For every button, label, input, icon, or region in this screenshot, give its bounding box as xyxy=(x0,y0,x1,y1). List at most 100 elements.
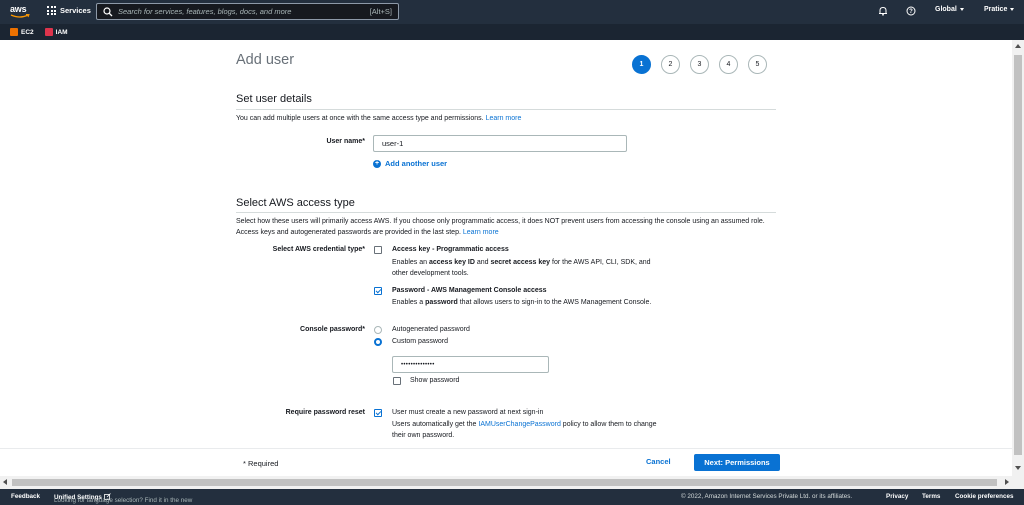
services-menu-button[interactable]: Services xyxy=(47,6,91,15)
learn-more-link[interactable]: Learn more xyxy=(486,115,522,122)
svg-text:?: ? xyxy=(909,9,913,15)
learn-more-link[interactable]: Learn more xyxy=(463,229,499,236)
chevron-down-icon xyxy=(1010,8,1015,11)
password-reset-label: Require password reset xyxy=(285,409,365,416)
language-note: Looking for language selection? Find it … xyxy=(54,493,192,504)
console-footer: Feedback Looking for language selection?… xyxy=(0,489,1024,505)
language-note-text: Looking for language selection? Find it … xyxy=(54,497,193,504)
section-divider xyxy=(236,212,776,213)
privacy-link[interactable]: Privacy xyxy=(886,493,908,500)
help-button[interactable]: ? xyxy=(906,6,916,16)
reset-desc-pre: Users automatically get the xyxy=(392,421,479,428)
username-label: User name* xyxy=(326,138,365,145)
password-reset-text: User must create a new password at next … xyxy=(392,409,544,416)
main-content: Add user 1 2 3 4 5 Set user details You … xyxy=(0,40,1012,476)
scroll-down-arrow-icon[interactable] xyxy=(1015,466,1021,470)
page-title: Add user xyxy=(236,52,295,68)
aws-logo-text: aws xyxy=(10,4,27,14)
account-label: Pratice xyxy=(984,6,1008,13)
notifications-button[interactable] xyxy=(878,6,888,16)
horizontal-scroll-thumb[interactable] xyxy=(12,479,997,486)
favorite-label: EC2 xyxy=(21,28,34,36)
favorite-ec2[interactable]: EC2 xyxy=(10,28,34,36)
custom-password-input[interactable]: •••••••••••••• xyxy=(392,356,549,373)
plus-circle-icon: + xyxy=(373,159,381,168)
search-input[interactable]: Search for services, features, blogs, do… xyxy=(96,3,399,20)
console-access-description: Enables a password that allows users to … xyxy=(392,297,722,308)
access-key-desc-line2: other development tools. xyxy=(392,270,469,277)
chevron-down-icon xyxy=(959,8,964,11)
show-password-checkbox[interactable] xyxy=(393,377,401,385)
top-navigation-bar: aws Services Search for services, featur… xyxy=(0,0,1024,24)
access-key-desc-pre: Enables an xyxy=(392,259,429,266)
access-key-desc-post: for the AWS API, CLI, SDK, and xyxy=(550,259,651,266)
add-another-user-label: Add another user xyxy=(385,159,448,168)
wizard-action-bar: * Required Cancel Next: Permissions xyxy=(0,448,1012,476)
aws-logo[interactable]: aws xyxy=(10,4,32,20)
bell-icon xyxy=(879,6,887,16)
aws-smile-icon xyxy=(10,14,30,18)
search-placeholder: Search for services, features, blogs, do… xyxy=(118,7,292,16)
favorites-bar: EC2 IAM xyxy=(0,24,1024,40)
username-input[interactable]: user-1 xyxy=(373,135,627,152)
cancel-button[interactable]: Cancel xyxy=(646,457,671,466)
terms-link[interactable]: Terms xyxy=(922,493,940,500)
password-reset-checkbox[interactable] xyxy=(374,409,382,417)
custom-password-radio[interactable] xyxy=(374,338,382,346)
password-bold-text: password xyxy=(425,299,458,306)
feedback-link[interactable]: Feedback xyxy=(11,493,40,500)
search-icon xyxy=(103,6,113,16)
required-note: * Required xyxy=(243,459,279,468)
services-label: Services xyxy=(60,6,91,15)
reset-desc-post: policy to allow them to change xyxy=(560,421,657,428)
step-3[interactable]: 3 xyxy=(690,55,709,74)
section-divider xyxy=(236,109,776,110)
favorite-iam[interactable]: IAM xyxy=(44,28,68,36)
step-4[interactable]: 4 xyxy=(719,55,738,74)
custom-password-label: Custom password xyxy=(392,338,449,345)
copyright-text: © 2022, Amazon Internet Services Private… xyxy=(681,493,853,500)
access-key-title: Access key - Programmatic access xyxy=(392,246,509,253)
console-access-checkbox[interactable] xyxy=(374,287,382,295)
add-another-user-button[interactable]: + Add another user xyxy=(373,159,447,168)
access-key-description: Enables an access key ID and secret acce… xyxy=(392,257,712,279)
wizard-steps: 1 2 3 4 5 xyxy=(632,55,767,74)
search-shortcut: [Alt+S] xyxy=(369,7,392,16)
show-password-label: Show password xyxy=(410,377,460,384)
account-menu[interactable]: Pratice xyxy=(984,6,1015,13)
credential-type-label: Select AWS credential type* xyxy=(272,246,365,253)
access-type-description: Select how these users will primarily ac… xyxy=(236,216,778,238)
favorite-label: IAM xyxy=(55,28,68,36)
scroll-right-arrow-icon[interactable] xyxy=(1005,479,1009,485)
access-key-checkbox[interactable] xyxy=(374,246,382,254)
step-2[interactable]: 2 xyxy=(661,55,680,74)
services-grid-icon xyxy=(47,6,56,15)
step-5[interactable]: 5 xyxy=(748,55,767,74)
iam-change-password-policy-link[interactable]: IAMUserChangePassword xyxy=(478,421,560,428)
ec2-icon xyxy=(10,28,18,36)
access-key-id-text: access key ID xyxy=(428,259,475,266)
autogenerated-password-label: Autogenerated password xyxy=(392,326,470,333)
iam-icon xyxy=(44,28,53,36)
autogenerated-password-radio[interactable] xyxy=(374,326,382,334)
cookie-preferences-link[interactable]: Cookie preferences xyxy=(955,493,1013,500)
step-1[interactable]: 1 xyxy=(632,55,651,74)
user-details-description: You can add multiple users at once with … xyxy=(236,113,778,124)
next-permissions-button[interactable]: Next: Permissions xyxy=(694,454,780,471)
horizontal-scrollbar[interactable] xyxy=(0,476,1024,489)
scroll-up-arrow-icon[interactable] xyxy=(1015,44,1021,48)
password-reset-description: Users automatically get the IAMUserChang… xyxy=(392,419,702,441)
access-key-desc-mid: and xyxy=(474,259,491,266)
vertical-scrollbar[interactable] xyxy=(1012,40,1024,476)
access-type-desc-line1: Select how these users will primarily ac… xyxy=(236,218,710,225)
region-selector[interactable]: Global xyxy=(935,6,964,13)
console-desc-pre: Enables a xyxy=(392,299,426,306)
scroll-left-arrow-icon[interactable] xyxy=(3,479,7,485)
vertical-scroll-thumb[interactable] xyxy=(1014,55,1022,455)
console-desc-post: that allows users to sign-in to the AWS … xyxy=(457,299,652,306)
section-title-access-type: Select AWS access type xyxy=(236,197,355,209)
section-title-user-details: Set user details xyxy=(236,93,312,105)
console-access-title: Password - AWS Management Console access xyxy=(392,287,547,294)
secret-key-text: secret access key xyxy=(490,259,551,266)
reset-desc-line2: their own password. xyxy=(392,432,455,439)
